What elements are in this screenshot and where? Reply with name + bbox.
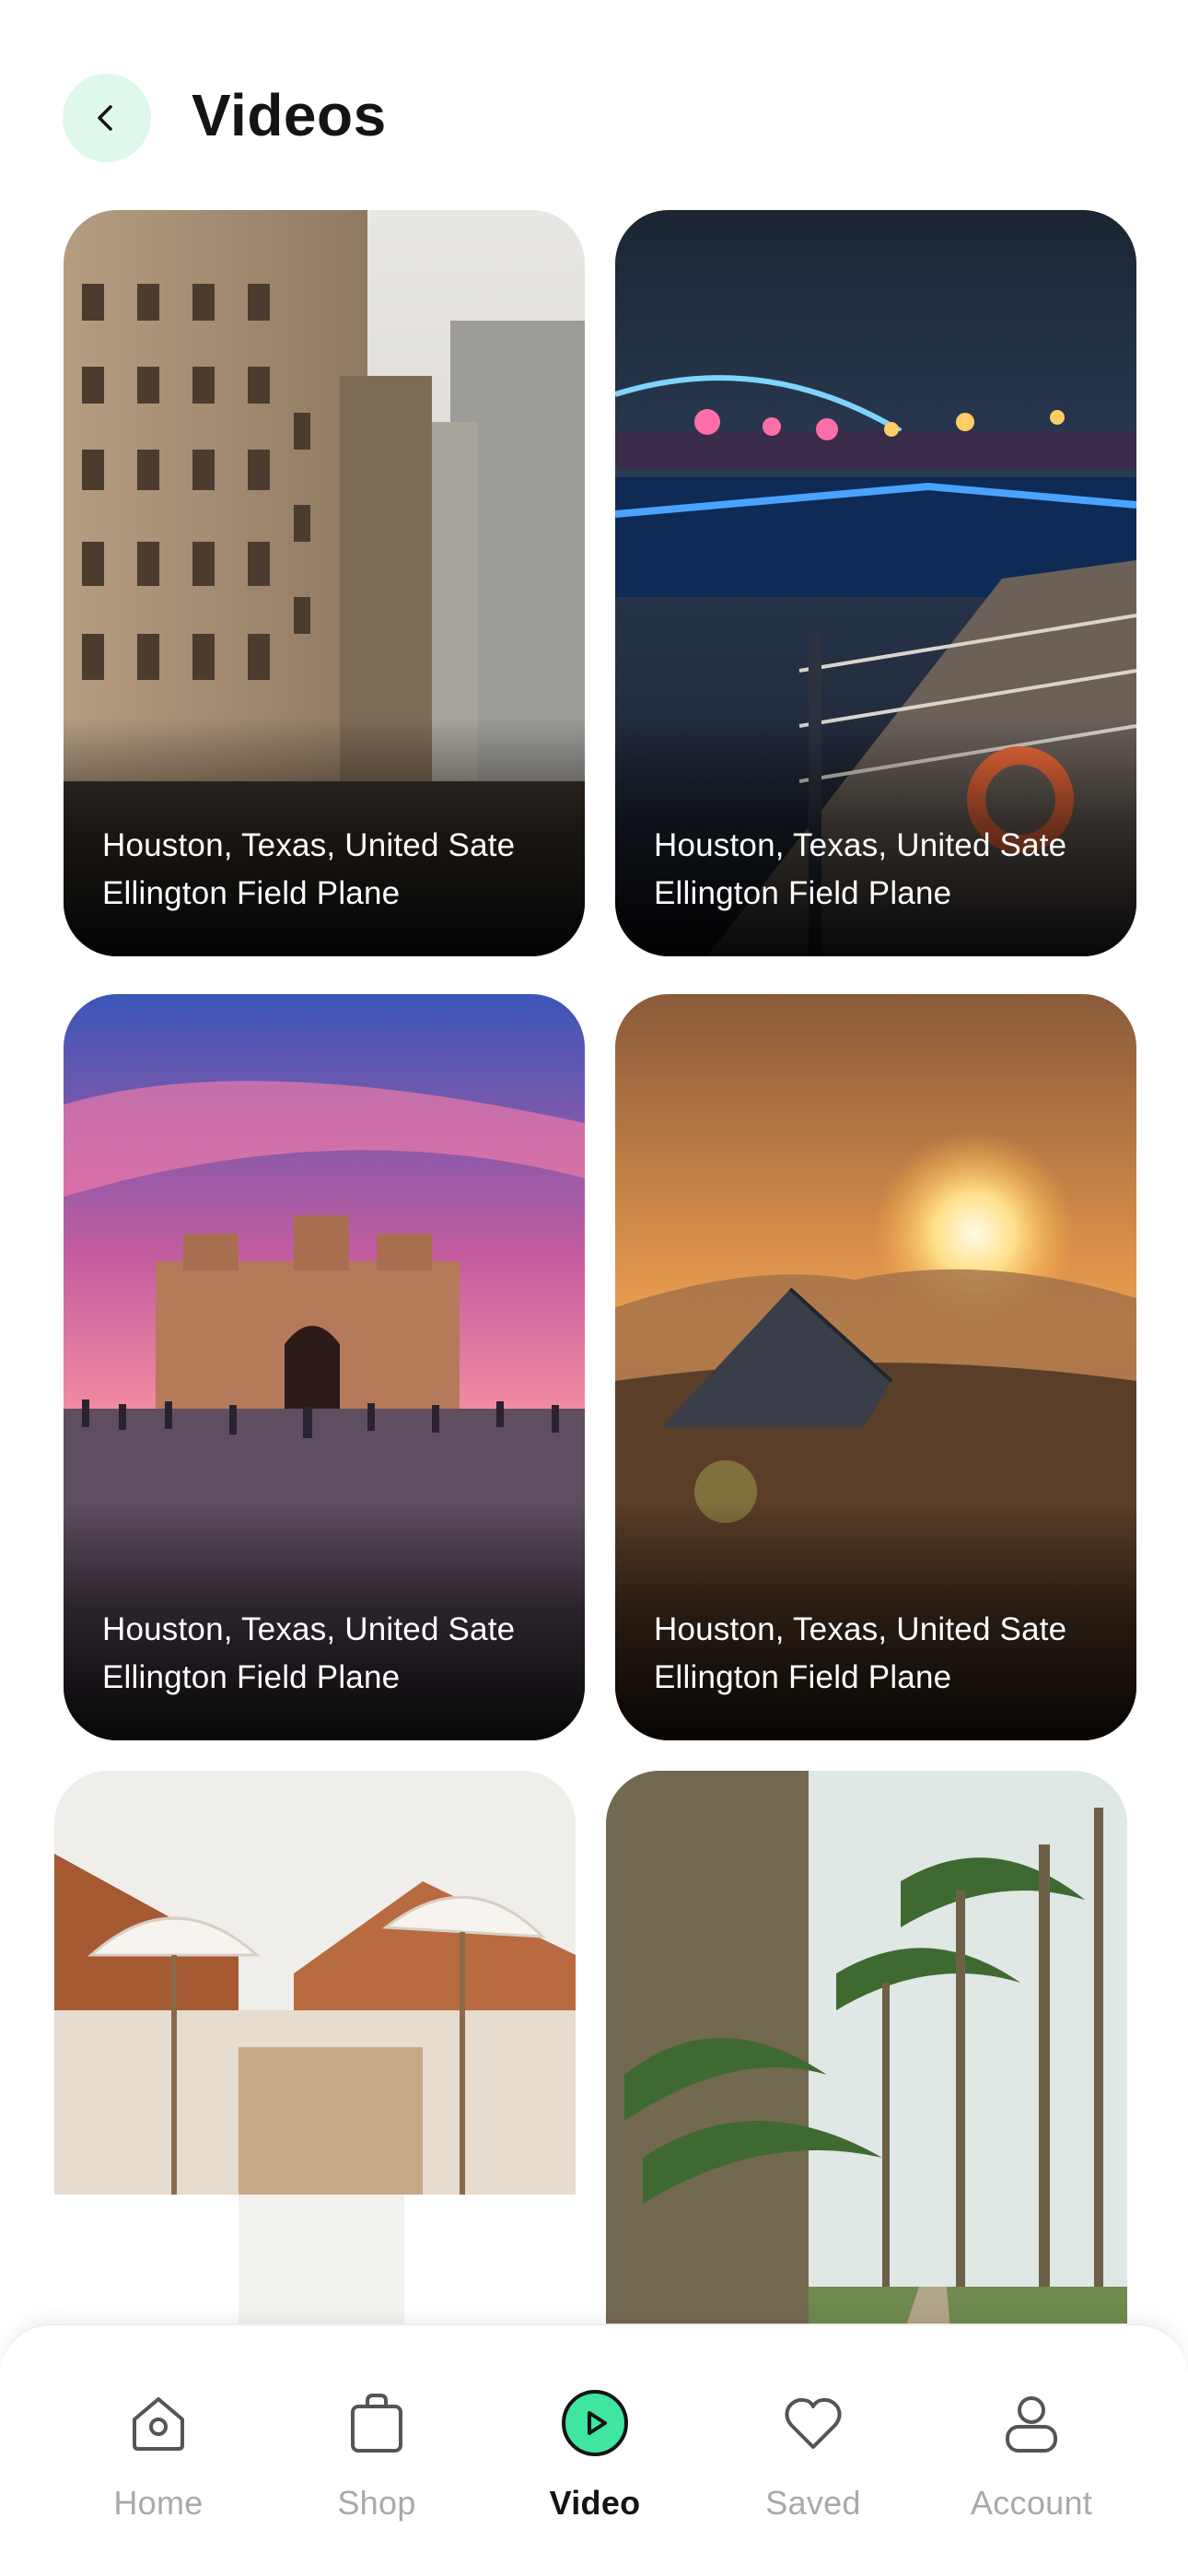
video-card[interactable]: Houston, Texas, United Sate Ellington Fi… bbox=[615, 994, 1136, 1740]
video-thumbnail-resort bbox=[54, 1771, 576, 2397]
card-caption: Houston, Texas, United Sate Ellington Fi… bbox=[654, 1606, 1118, 1702]
header: Videos bbox=[0, 0, 1188, 203]
nav-video[interactable]: Video bbox=[503, 2386, 687, 2543]
page-title: Videos bbox=[192, 82, 387, 148]
nav-shop[interactable]: Shop bbox=[285, 2386, 469, 2543]
nav-home[interactable]: Home bbox=[66, 2386, 250, 2543]
bottom-nav: Home Shop Video Saved Account bbox=[0, 2324, 1188, 2576]
card-subtitle: Ellington Field Plane bbox=[102, 1659, 401, 1695]
nav-account-label: Account bbox=[970, 2484, 1093, 2522]
card-subtitle: Ellington Field Plane bbox=[654, 875, 952, 911]
play-icon bbox=[558, 2386, 632, 2460]
nav-shop-label: Shop bbox=[337, 2484, 416, 2522]
video-card[interactable] bbox=[54, 1771, 576, 2397]
heart-icon bbox=[776, 2386, 850, 2460]
video-thumbnail-palms bbox=[606, 1771, 1127, 2397]
video-card[interactable]: Houston, Texas, United Sate Ellington Fi… bbox=[615, 210, 1136, 956]
nav-saved[interactable]: Saved bbox=[721, 2386, 905, 2543]
card-location: Houston, Texas, United Sate bbox=[102, 827, 516, 863]
card-subtitle: Ellington Field Plane bbox=[102, 875, 401, 911]
shopping-bag-icon bbox=[340, 2386, 413, 2460]
video-card[interactable] bbox=[606, 1771, 1127, 2397]
nav-video-label: Video bbox=[549, 2484, 641, 2522]
nav-account[interactable]: Account bbox=[939, 2386, 1124, 2543]
card-subtitle: Ellington Field Plane bbox=[654, 1659, 952, 1695]
card-caption: Houston, Texas, United Sate Ellington Fi… bbox=[102, 1606, 566, 1702]
user-icon bbox=[995, 2386, 1068, 2460]
video-card[interactable]: Houston, Texas, United Sate Ellington Fi… bbox=[64, 210, 585, 956]
card-location: Houston, Texas, United Sate bbox=[102, 1611, 516, 1647]
back-button[interactable] bbox=[63, 74, 151, 162]
chevron-left-icon bbox=[98, 105, 112, 131]
card-caption: Houston, Texas, United Sate Ellington Fi… bbox=[102, 822, 566, 918]
home-icon bbox=[122, 2386, 195, 2460]
nav-saved-label: Saved bbox=[765, 2484, 861, 2522]
nav-home-label: Home bbox=[113, 2484, 204, 2522]
card-caption: Houston, Texas, United Sate Ellington Fi… bbox=[654, 822, 1118, 918]
video-card[interactable]: Houston, Texas, United Sate Ellington Fi… bbox=[64, 994, 585, 1740]
card-location: Houston, Texas, United Sate bbox=[654, 827, 1067, 863]
card-location: Houston, Texas, United Sate bbox=[654, 1611, 1067, 1647]
